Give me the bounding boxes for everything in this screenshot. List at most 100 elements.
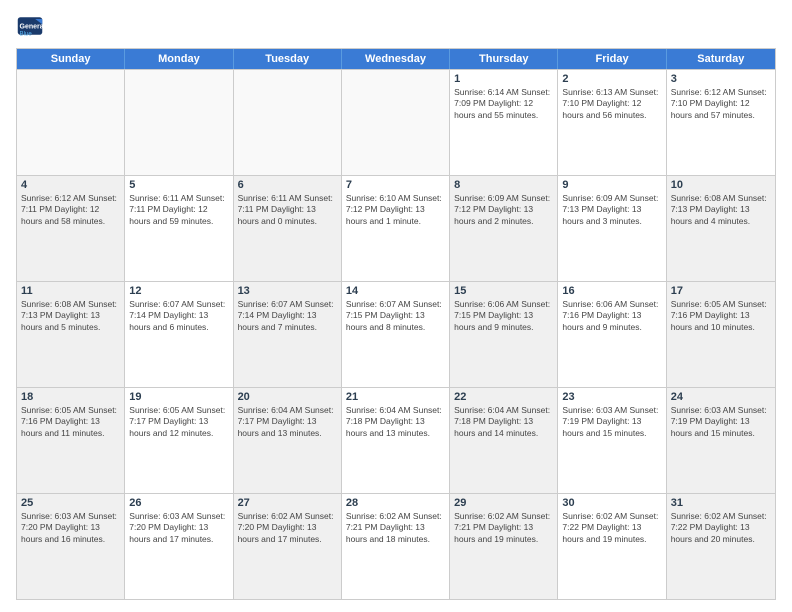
- day-number: 31: [671, 497, 771, 509]
- svg-text:Blue: Blue: [20, 31, 33, 38]
- day-info: Sunrise: 6:03 AM Sunset: 7:19 PM Dayligh…: [562, 405, 661, 439]
- calendar-row: 18 Sunrise: 6:05 AM Sunset: 7:16 PM Dayli…: [17, 387, 775, 493]
- day-info: Sunrise: 6:10 AM Sunset: 7:12 PM Dayligh…: [346, 193, 445, 227]
- calendar-cell: 7 Sunrise: 6:10 AM Sunset: 7:12 PM Daylig…: [342, 176, 450, 281]
- calendar-cell: 14Sunrise: 6:07 AM Sunset: 7:15 PM Dayli…: [342, 282, 450, 387]
- calendar-cell: 3Sunrise: 6:12 AM Sunset: 7:10 PM Daylig…: [667, 70, 775, 175]
- day-info: Sunrise: 6:05 AM Sunset: 7:17 PM Dayligh…: [129, 405, 228, 439]
- calendar-cell: 17Sunrise: 6:05 AM Sunset: 7:16 PM Dayli…: [667, 282, 775, 387]
- calendar-cell: 10 Sunrise: 6:08 AM Sunset: 7:13 PM Dayli…: [667, 176, 775, 281]
- calendar-cell: 4Sunrise: 6:12 AM Sunset: 7:11 PM Daylig…: [17, 176, 125, 281]
- day-number: 22: [454, 391, 553, 403]
- calendar-cell: [125, 70, 233, 175]
- calendar-day-header: Sunday: [17, 49, 125, 69]
- calendar-day-header: Saturday: [667, 49, 775, 69]
- calendar-cell: 20 Sunrise: 6:04 AM Sunset: 7:17 PM Dayli…: [234, 388, 342, 493]
- day-info: Sunrise: 6:03 AM Sunset: 7:19 PM Dayligh…: [671, 405, 771, 439]
- calendar-cell: 26 Sunrise: 6:03 AM Sunset: 7:20 PM Dayli…: [125, 494, 233, 599]
- day-info: Sunrise: 6:06 AM Sunset: 7:15 PM Dayligh…: [454, 299, 553, 333]
- calendar-body: 1 Sunrise: 6:14 AM Sunset: 7:09 PM Daylig…: [17, 69, 775, 599]
- day-number: 13: [238, 285, 337, 297]
- day-number: 12: [129, 285, 228, 297]
- calendar: SundayMondayTuesdayWednesdayThursdayFrid…: [16, 48, 776, 600]
- calendar-cell: 6 Sunrise: 6:11 AM Sunset: 7:11 PM Daylig…: [234, 176, 342, 281]
- day-number: 11: [21, 285, 120, 297]
- day-info: Sunrise: 6:03 AM Sunset: 7:20 PM Dayligh…: [129, 511, 228, 545]
- day-info: Sunrise: 6:04 AM Sunset: 7:17 PM Dayligh…: [238, 405, 337, 439]
- day-info: Sunrise: 6:12 AM Sunset: 7:11 PM Dayligh…: [21, 193, 120, 227]
- calendar-day-header: Wednesday: [342, 49, 450, 69]
- day-number: 25: [21, 497, 120, 509]
- calendar-cell: 18 Sunrise: 6:05 AM Sunset: 7:16 PM Dayli…: [17, 388, 125, 493]
- calendar-cell: [342, 70, 450, 175]
- day-number: 16: [562, 285, 661, 297]
- calendar-cell: 30 Sunrise: 6:02 AM Sunset: 7:22 PM Dayli…: [558, 494, 666, 599]
- day-info: Sunrise: 6:06 AM Sunset: 7:16 PM Dayligh…: [562, 299, 661, 333]
- day-number: 29: [454, 497, 553, 509]
- calendar-cell: 21 Sunrise: 6:04 AM Sunset: 7:18 PM Dayli…: [342, 388, 450, 493]
- calendar-cell: 29 Sunrise: 6:02 AM Sunset: 7:21 PM Dayli…: [450, 494, 558, 599]
- calendar-cell: 1 Sunrise: 6:14 AM Sunset: 7:09 PM Daylig…: [450, 70, 558, 175]
- day-info: Sunrise: 6:03 AM Sunset: 7:20 PM Dayligh…: [21, 511, 120, 545]
- day-info: Sunrise: 6:11 AM Sunset: 7:11 PM Dayligh…: [238, 193, 337, 227]
- day-info: Sunrise: 6:05 AM Sunset: 7:16 PM Dayligh…: [21, 405, 120, 439]
- day-number: 18: [21, 391, 120, 403]
- calendar-cell: 5Sunrise: 6:11 AM Sunset: 7:11 PM Daylig…: [125, 176, 233, 281]
- day-number: 7: [346, 179, 445, 191]
- calendar-row: 4Sunrise: 6:12 AM Sunset: 7:11 PM Daylig…: [17, 175, 775, 281]
- day-info: Sunrise: 6:07 AM Sunset: 7:15 PM Dayligh…: [346, 299, 445, 333]
- calendar-row: 11 Sunrise: 6:08 AM Sunset: 7:13 PM Dayli…: [17, 281, 775, 387]
- day-number: 23: [562, 391, 661, 403]
- day-info: Sunrise: 6:02 AM Sunset: 7:22 PM Dayligh…: [562, 511, 661, 545]
- day-info: Sunrise: 6:09 AM Sunset: 7:13 PM Dayligh…: [562, 193, 661, 227]
- calendar-day-header: Tuesday: [234, 49, 342, 69]
- day-number: 6: [238, 179, 337, 191]
- calendar-row: 25 Sunrise: 6:03 AM Sunset: 7:20 PM Dayli…: [17, 493, 775, 599]
- day-info: Sunrise: 6:04 AM Sunset: 7:18 PM Dayligh…: [346, 405, 445, 439]
- calendar-cell: 9 Sunrise: 6:09 AM Sunset: 7:13 PM Daylig…: [558, 176, 666, 281]
- day-number: 2: [562, 73, 661, 85]
- calendar-day-header: Monday: [125, 49, 233, 69]
- calendar-cell: 31 Sunrise: 6:02 AM Sunset: 7:22 PM Dayli…: [667, 494, 775, 599]
- calendar-cell: 16 Sunrise: 6:06 AM Sunset: 7:16 PM Dayli…: [558, 282, 666, 387]
- calendar-cell: 23 Sunrise: 6:03 AM Sunset: 7:19 PM Dayli…: [558, 388, 666, 493]
- day-number: 1: [454, 73, 553, 85]
- day-number: 19: [129, 391, 228, 403]
- day-number: 24: [671, 391, 771, 403]
- day-number: 30: [562, 497, 661, 509]
- day-info: Sunrise: 6:08 AM Sunset: 7:13 PM Dayligh…: [21, 299, 120, 333]
- calendar-cell: 22Sunrise: 6:04 AM Sunset: 7:18 PM Dayli…: [450, 388, 558, 493]
- day-number: 21: [346, 391, 445, 403]
- calendar-cell: 28Sunrise: 6:02 AM Sunset: 7:21 PM Dayli…: [342, 494, 450, 599]
- day-info: Sunrise: 6:07 AM Sunset: 7:14 PM Dayligh…: [238, 299, 337, 333]
- day-number: 20: [238, 391, 337, 403]
- logo-icon: General Blue: [16, 12, 44, 40]
- calendar-cell: [234, 70, 342, 175]
- calendar-cell: 19 Sunrise: 6:05 AM Sunset: 7:17 PM Dayli…: [125, 388, 233, 493]
- calendar-cell: 8 Sunrise: 6:09 AM Sunset: 7:12 PM Daylig…: [450, 176, 558, 281]
- day-info: Sunrise: 6:02 AM Sunset: 7:20 PM Dayligh…: [238, 511, 337, 545]
- day-info: Sunrise: 6:07 AM Sunset: 7:14 PM Dayligh…: [129, 299, 228, 333]
- day-info: Sunrise: 6:13 AM Sunset: 7:10 PM Dayligh…: [562, 87, 661, 121]
- day-number: 15: [454, 285, 553, 297]
- calendar-cell: 15 Sunrise: 6:06 AM Sunset: 7:15 PM Dayli…: [450, 282, 558, 387]
- day-info: Sunrise: 6:09 AM Sunset: 7:12 PM Dayligh…: [454, 193, 553, 227]
- day-info: Sunrise: 6:02 AM Sunset: 7:21 PM Dayligh…: [454, 511, 553, 545]
- day-info: Sunrise: 6:08 AM Sunset: 7:13 PM Dayligh…: [671, 193, 771, 227]
- day-number: 5: [129, 179, 228, 191]
- calendar-cell: 27Sunrise: 6:02 AM Sunset: 7:20 PM Dayli…: [234, 494, 342, 599]
- day-number: 9: [562, 179, 661, 191]
- calendar-cell: 13 Sunrise: 6:07 AM Sunset: 7:14 PM Dayli…: [234, 282, 342, 387]
- day-info: Sunrise: 6:02 AM Sunset: 7:22 PM Dayligh…: [671, 511, 771, 545]
- calendar-row: 1 Sunrise: 6:14 AM Sunset: 7:09 PM Daylig…: [17, 69, 775, 175]
- logo: General Blue: [16, 12, 44, 40]
- svg-text:General: General: [20, 24, 45, 31]
- header: General Blue: [16, 12, 776, 40]
- day-number: 10: [671, 179, 771, 191]
- day-number: 28: [346, 497, 445, 509]
- calendar-cell: 25 Sunrise: 6:03 AM Sunset: 7:20 PM Dayli…: [17, 494, 125, 599]
- day-info: Sunrise: 6:14 AM Sunset: 7:09 PM Dayligh…: [454, 87, 553, 121]
- day-number: 26: [129, 497, 228, 509]
- page: General Blue SundayMondayTuesdayWednesda…: [0, 0, 792, 612]
- day-number: 8: [454, 179, 553, 191]
